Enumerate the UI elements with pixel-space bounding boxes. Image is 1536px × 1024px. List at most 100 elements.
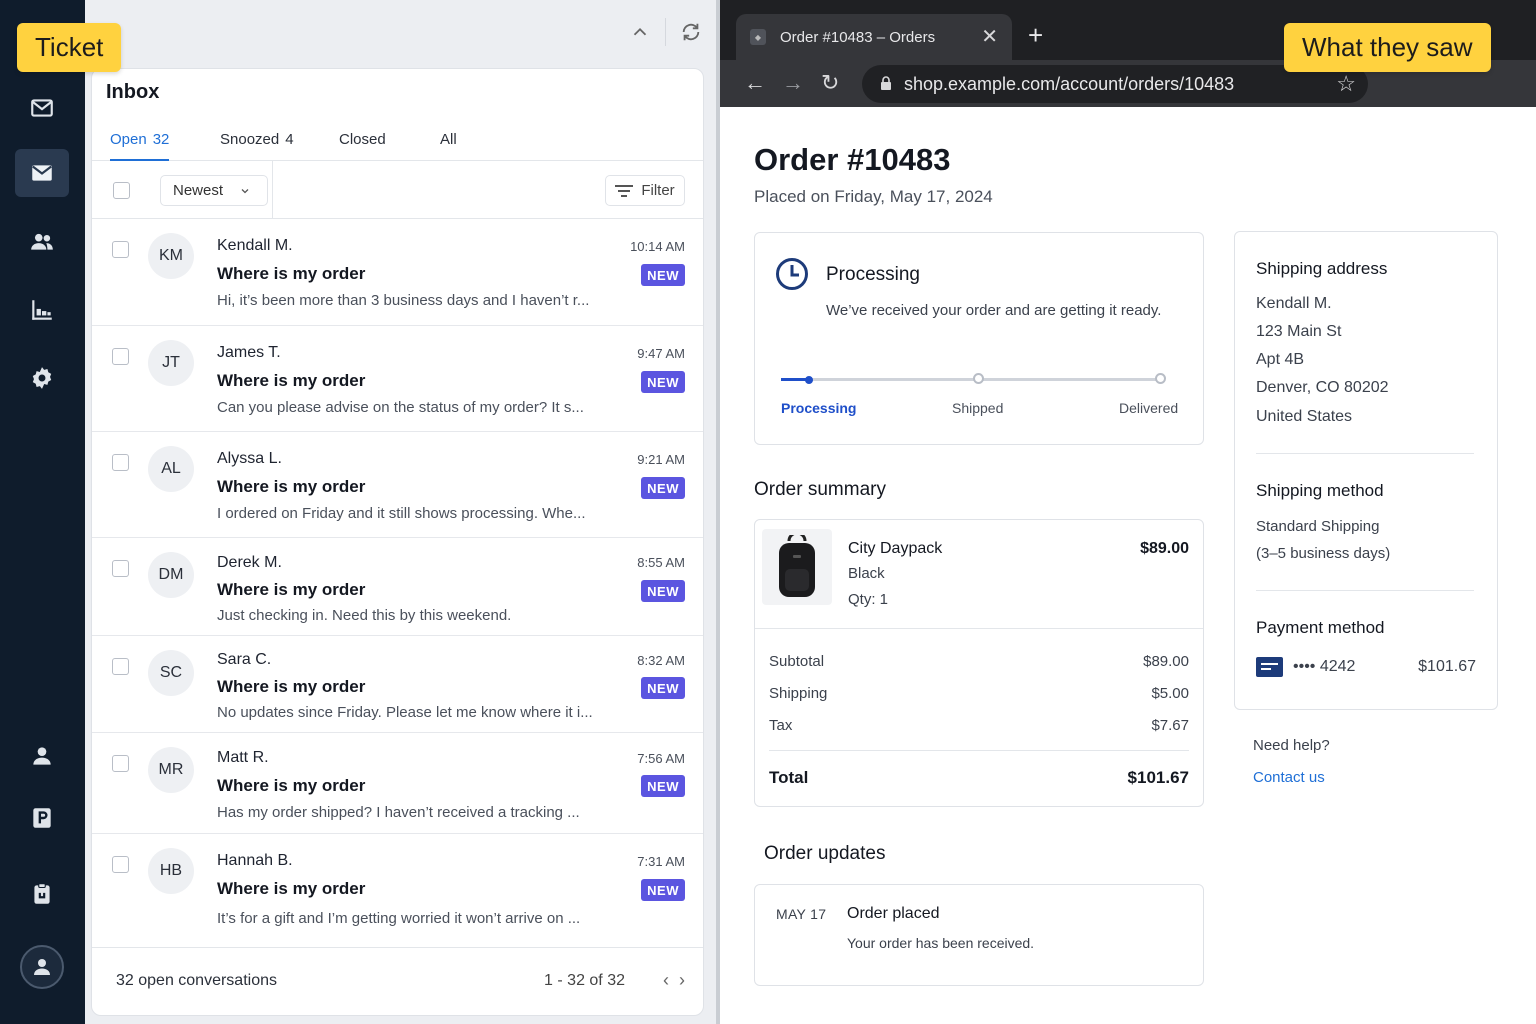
conversation-row[interactable]: DM Derek M. Where is my order Just check… [92,538,703,636]
subject: Where is my order [217,677,366,696]
favicon-icon: ◆ [750,29,766,45]
tab-closed[interactable]: Closed [339,131,386,161]
shipping-label: Shipping [769,685,828,702]
shipping-address-heading: Shipping address [1256,259,1388,278]
payment-method-heading: Payment method [1256,618,1385,637]
conversation-row[interactable]: MR Matt R. Where is my order Has my orde… [92,733,703,834]
browser-tab[interactable]: ◆ Order #10483 – Orders ✕ [736,14,1012,60]
sender-name: James T. [217,344,281,361]
shipping-method-line: (3–5 business days) [1256,545,1391,562]
backpack-image [762,529,832,605]
mail-icon[interactable] [15,84,69,132]
sort-label: Newest [173,182,224,199]
row-checkbox[interactable] [112,856,129,873]
back-icon[interactable]: ← [744,70,766,96]
divider [1256,590,1474,591]
nav-rail [0,0,85,1024]
browser-window: ◆ Order #10483 – Orders ✕ + ← → ↻ shop.e… [716,0,1536,1024]
total-label: Total [769,768,809,787]
conversation-row[interactable]: HB Hannah B. Where is my order It’s for … [92,834,703,948]
filter-label: Filter [641,182,675,199]
contact-us-link[interactable]: Contact us [1253,769,1325,786]
new-tab-icon[interactable]: + [1028,20,1043,50]
step-processing: Processing [781,400,857,416]
sender-name: Sara C. [217,651,272,668]
next-page-icon[interactable]: › [679,970,685,991]
progress-fill [781,378,808,381]
tab-open[interactable]: Open 32 [110,131,170,161]
prev-page-icon[interactable]: ‹ [663,970,669,991]
open-count: 32 open conversations [116,972,277,989]
conversation-row[interactable]: AL Alyssa L. Where is my order I ordered… [92,432,703,538]
order-updates-card: MAY 17 Order placed Your order has been … [754,884,1204,986]
sender-name: Hannah B. [217,852,293,869]
status-title: Processing [826,264,920,285]
select-all-checkbox[interactable] [113,182,130,199]
clipboard-icon[interactable] [15,870,69,918]
card-number: •••• 4242 [1293,658,1356,675]
subtotal-row: Subtotal $89.00 [769,653,1189,670]
inbox-footer: 32 open conversations 1 - 32 of 32 ‹ › [92,947,703,1015]
divider [769,750,1189,751]
preview: Can you please advise on the status of m… [217,399,584,416]
pagination: ‹ › [663,970,685,991]
timestamp: 9:21 AM [637,452,685,467]
inbox-title: Inbox [106,81,160,103]
collapse-icon[interactable] [629,21,651,43]
preview: Hi, it’s been more than 3 business days … [217,292,590,309]
shipping-value: $5.00 [1151,685,1189,702]
reload-icon[interactable]: ↻ [821,70,839,96]
avatar: JT [148,340,194,386]
tab-snoozed-count: 4 [285,131,294,148]
conversation-row[interactable]: SC Sara C. Where is my order No updates … [92,636,703,733]
inbox-icon[interactable] [15,149,69,197]
settings-icon[interactable] [15,354,69,402]
item-qty: Qty: 1 [848,591,889,608]
row-checkbox[interactable] [112,755,129,772]
reports-icon[interactable] [15,286,69,334]
inbox-card: Inbox Open 32 Snoozed 4 Closed All Newest [91,68,704,1016]
status-text: We’ve received your order and are gettin… [826,302,1162,319]
order-date: Placed on Friday, May 17, 2024 [754,187,993,206]
inbox-top-actions [629,18,702,46]
bookmark-star-icon[interactable]: ☆ [1336,71,1356,97]
row-checkbox[interactable] [112,560,129,577]
filter-button[interactable]: Filter [605,175,685,206]
conversation-row[interactable]: JT James T. Where is my order Can you pl… [92,326,703,432]
update-date: MAY 17 [776,906,827,922]
total-row: Total $101.67 [769,768,1189,788]
profile-icon[interactable] [20,945,64,989]
tab-snoozed[interactable]: Snoozed 4 [220,131,294,161]
agent-icon[interactable] [15,732,69,780]
conversation-row[interactable]: KM Kendall M. Where is my order Hi, it’s… [92,219,703,326]
address-line: 123 Main St [1256,323,1342,340]
preview: No updates since Friday. Please let me k… [217,704,593,721]
users-icon[interactable] [15,218,69,266]
refresh-icon[interactable] [680,21,702,43]
row-checkbox[interactable] [112,348,129,365]
subject: Where is my order [217,776,366,795]
divider [665,18,666,46]
row-checkbox[interactable] [112,658,129,675]
tab-all[interactable]: All [440,131,457,161]
sort-dropdown[interactable]: Newest [160,175,268,206]
order-summary-heading: Order summary [754,479,886,500]
row-checkbox[interactable] [112,241,129,258]
progress-track [781,373,1166,384]
subject: Where is my order [217,879,366,898]
address-line: Denver, CO 80202 [1256,379,1389,396]
page-range: 1 - 32 of 32 [544,972,625,989]
divider [1256,453,1474,454]
close-tab-icon[interactable]: ✕ [981,24,998,49]
help-question: Need help? [1253,737,1330,754]
inbox-panel: Inbox Open 32 Snoozed 4 Closed All Newest [85,0,716,1024]
subject: Where is my order [217,371,366,390]
row-checkbox[interactable] [112,454,129,471]
avatar: KM [148,233,194,279]
parking-icon[interactable] [15,794,69,842]
new-badge: NEW [641,879,685,901]
chevron-down-icon [241,188,249,193]
shipping-payment-card: Shipping address Kendall M. 123 Main St … [1234,231,1498,710]
timestamp: 8:32 AM [637,653,685,668]
forward-icon[interactable]: → [782,70,804,96]
